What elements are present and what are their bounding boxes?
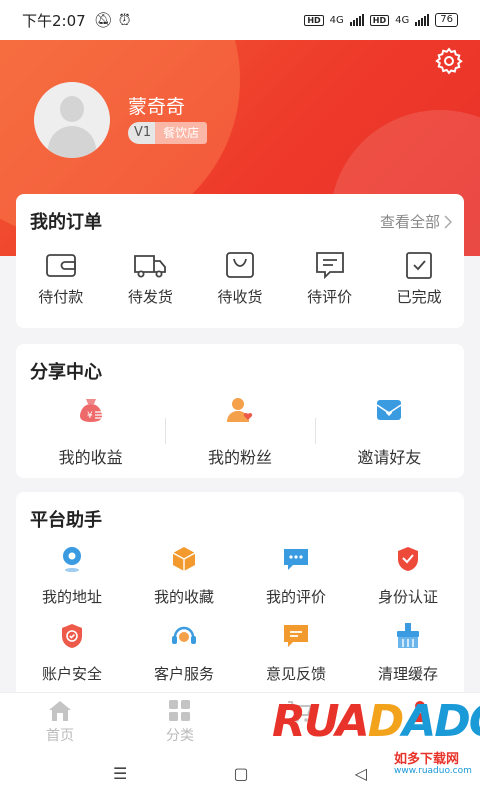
my-fans[interactable]: 我的粉丝 bbox=[165, 394, 314, 468]
headset-icon bbox=[172, 626, 196, 644]
network-label: 4G bbox=[395, 14, 410, 26]
gear-icon[interactable] bbox=[434, 46, 464, 76]
order-pending-receipt[interactable]: 待收货 bbox=[195, 250, 285, 307]
home-icon bbox=[49, 701, 71, 721]
alarm-icon: ⏰︎ bbox=[118, 11, 131, 29]
my-reviews[interactable]: 我的评价 bbox=[240, 544, 352, 607]
orders-card: 我的订单 查看全部 待付款 待发货 待收货 待评价 已完成 bbox=[16, 194, 464, 328]
chat-bubble-icon bbox=[284, 549, 308, 570]
tab-home[interactable]: 首页 bbox=[0, 693, 120, 746]
invite-friends[interactable]: 邀请好友 bbox=[315, 394, 464, 468]
home-button-icon[interactable]: ▢ bbox=[233, 764, 248, 783]
order-completed[interactable]: 已完成 bbox=[374, 250, 464, 307]
platform-assistant-card: 平台助手 我的地址 我的收藏 我的评价 身份认证 账户安全 客户服务 意见反馈 bbox=[16, 492, 464, 712]
username: 蒙奇奇 bbox=[128, 96, 186, 118]
level-label: V1 bbox=[128, 122, 156, 144]
order-pending-shipment[interactable]: 待发货 bbox=[106, 250, 196, 307]
money-bag-icon: ¥ bbox=[79, 399, 103, 422]
my-favorites[interactable]: 我的收藏 bbox=[128, 544, 240, 607]
chevron-right-icon bbox=[444, 214, 452, 229]
package-icon bbox=[226, 252, 254, 278]
shop-type-label: 餐饮店 bbox=[155, 122, 208, 144]
member-level-badge: V1 餐饮店 bbox=[128, 122, 208, 144]
svg-text:¥: ¥ bbox=[87, 411, 93, 421]
watermark-logo: RUADADO 如多下载网 www.ruaduo.com bbox=[272, 696, 480, 776]
hd-icon: HD bbox=[304, 14, 324, 26]
view-all-link[interactable]: 查看全部 bbox=[380, 211, 452, 232]
location-icon bbox=[63, 547, 81, 572]
clipboard-check-icon bbox=[406, 252, 433, 279]
status-bar: 下午2:07 🔕︎ ⏰︎ HD 4G HD 4G 76 bbox=[0, 0, 480, 40]
order-pending-payment[interactable]: 待付款 bbox=[16, 250, 106, 307]
my-address[interactable]: 我的地址 bbox=[16, 544, 128, 607]
security-shield-icon bbox=[62, 624, 82, 648]
network-label: 4G bbox=[329, 14, 344, 26]
watermark-url: www.ruaduo.com bbox=[394, 766, 472, 776]
share-center-card: 分享中心 ¥ 我的收益 我的粉丝 邀请好友 bbox=[16, 344, 464, 478]
identity-verification[interactable]: 身份认证 bbox=[352, 544, 464, 607]
order-pending-review[interactable]: 待评价 bbox=[285, 250, 375, 307]
tab-category[interactable]: 分类 bbox=[120, 693, 240, 746]
share-center-title: 分享中心 bbox=[30, 362, 102, 383]
mute-bell-icon: 🔕︎ bbox=[93, 11, 113, 29]
broom-icon bbox=[397, 623, 419, 648]
hd-icon: HD bbox=[369, 14, 390, 26]
box-icon bbox=[172, 547, 196, 571]
signal-icon bbox=[349, 14, 364, 26]
feedback-icon bbox=[284, 625, 308, 647]
status-time: 下午2:07 bbox=[22, 11, 86, 30]
feedback[interactable]: 意见反馈 bbox=[240, 621, 352, 684]
menu-icon[interactable]: ☰ bbox=[113, 764, 127, 783]
invite-mail-icon bbox=[376, 400, 402, 420]
account-security[interactable]: 账户安全 bbox=[16, 621, 128, 684]
avatar[interactable] bbox=[34, 82, 110, 158]
battery-icon: 76 bbox=[435, 13, 458, 27]
watermark-cn: 如多下载网 bbox=[394, 752, 460, 767]
orders-title: 我的订单 bbox=[30, 212, 102, 233]
clear-cache[interactable]: 清理缓存 bbox=[352, 621, 464, 684]
grid-icon bbox=[169, 700, 190, 721]
customer-service[interactable]: 客户服务 bbox=[128, 621, 240, 684]
platform-assistant-title: 平台助手 bbox=[30, 510, 102, 531]
truck-icon bbox=[134, 255, 167, 278]
my-earnings[interactable]: ¥ 我的收益 bbox=[16, 394, 165, 468]
fans-icon bbox=[226, 398, 253, 422]
signal-icon bbox=[415, 14, 430, 26]
wallet-icon bbox=[45, 254, 76, 277]
comment-icon bbox=[315, 252, 344, 280]
id-shield-icon bbox=[398, 547, 418, 571]
